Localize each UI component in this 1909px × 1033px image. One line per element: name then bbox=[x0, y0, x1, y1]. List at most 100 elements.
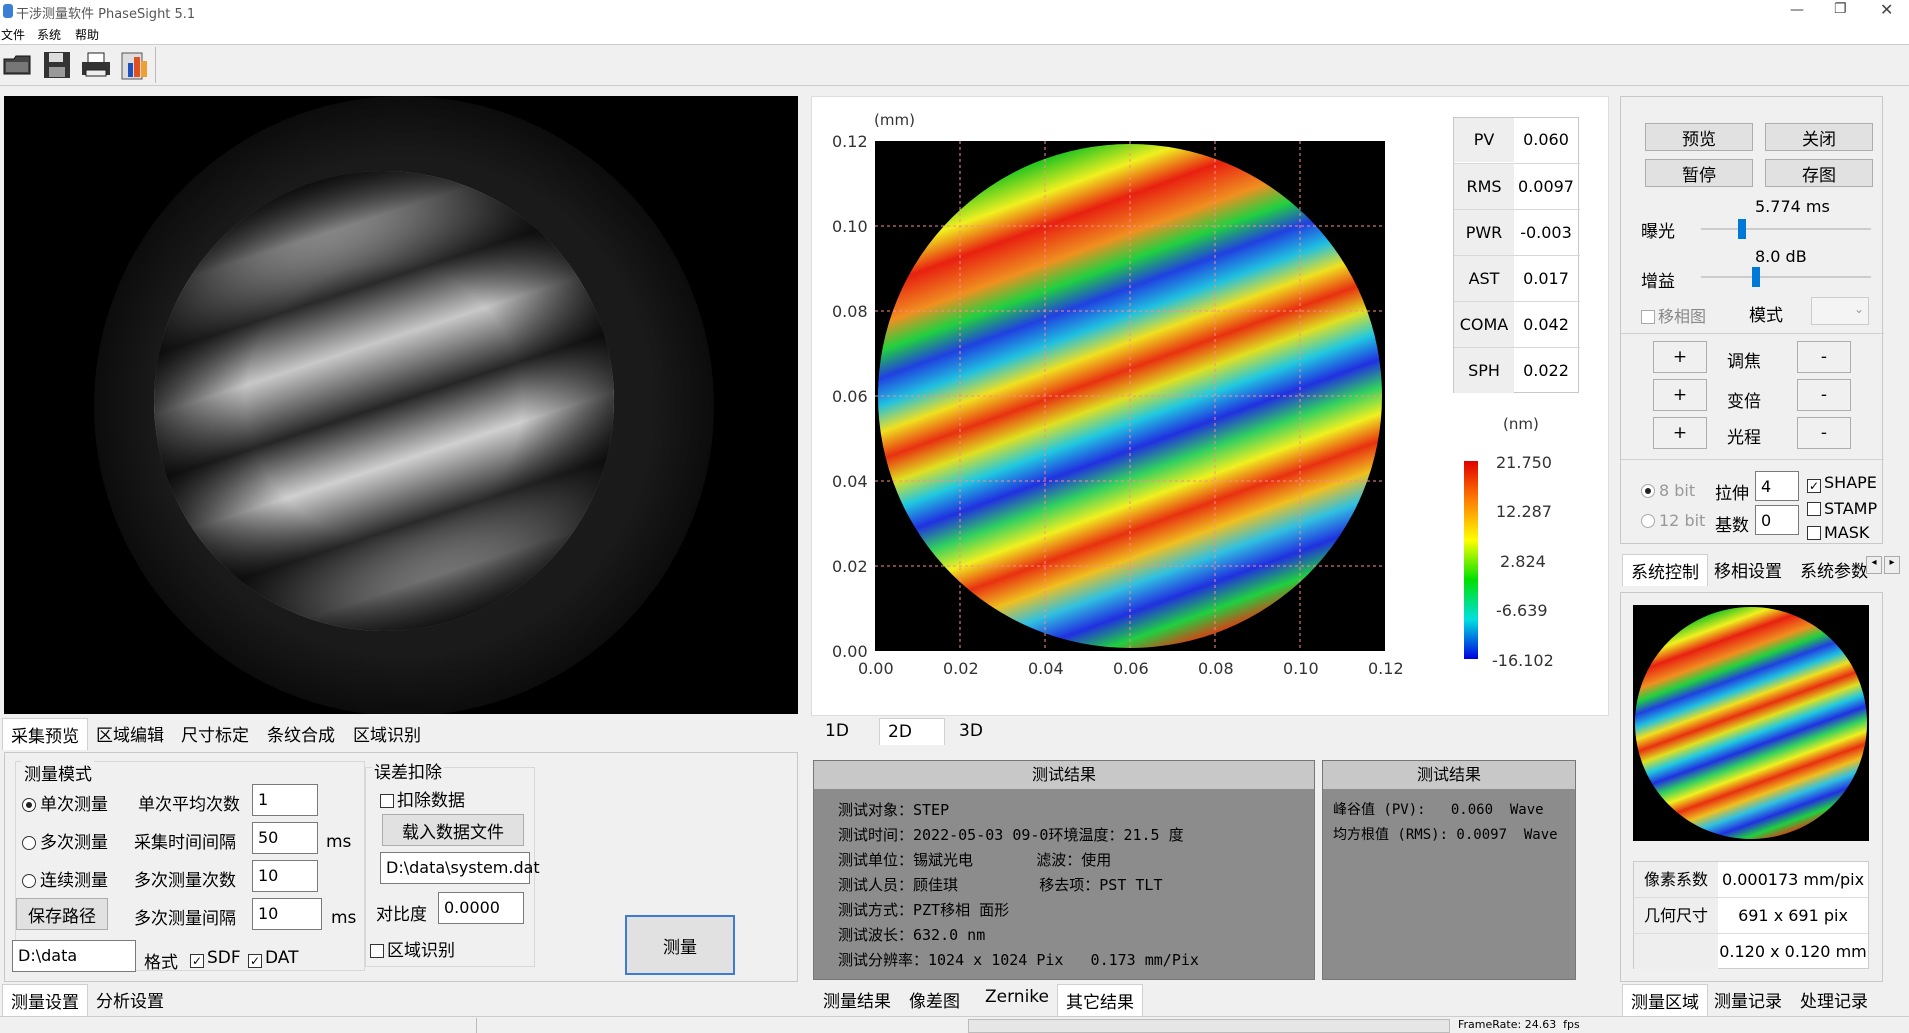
exposure-value: 5.774 ms bbox=[1755, 197, 1830, 216]
x-tick: 0.10 bbox=[1283, 659, 1319, 678]
tab-system-params[interactable]: 系统参数 bbox=[1792, 554, 1874, 585]
tab-measure-settings[interactable]: 测量设置 bbox=[2, 984, 88, 1016]
interval-unit: ms bbox=[326, 832, 352, 852]
preview-button[interactable]: 预览 bbox=[1645, 123, 1753, 151]
tab-fringe-synthesis[interactable]: 条纹合成 bbox=[259, 718, 343, 749]
focus-label: 调焦 bbox=[1727, 352, 1761, 372]
radio-single[interactable]: 单次测量 bbox=[22, 790, 108, 815]
gain-value: 8.0 dB bbox=[1755, 247, 1807, 266]
menu-bar: 文件 系统 帮助 bbox=[0, 24, 1909, 44]
exposure-label: 曝光 bbox=[1641, 222, 1675, 242]
tab-aberration-map[interactable]: 像差图 bbox=[901, 984, 968, 1015]
open-icon[interactable] bbox=[2, 53, 34, 77]
right-tabs: 系统控制 移相设置 系统参数 ◂ ▸ bbox=[1620, 554, 1900, 586]
framerate-text: FrameRate: 24.63 fps bbox=[1458, 1018, 1580, 1031]
surface-map[interactable] bbox=[875, 141, 1385, 651]
tab-size-calibration[interactable]: 尺寸标定 bbox=[173, 718, 257, 749]
result-line: 测试方式：PZT移相 面形 bbox=[838, 901, 1010, 919]
tab-region-recognition[interactable]: 区域识别 bbox=[345, 718, 429, 749]
system-control-panel: 预览 关闭 暂停 存图 5.774 ms 曝光 8.0 dB 增益 移相图 模式… bbox=[1620, 96, 1884, 544]
print-icon[interactable] bbox=[80, 51, 112, 79]
tab-measure-region[interactable]: 测量区域 bbox=[1622, 984, 1708, 1016]
tab-system-control[interactable]: 系统控制 bbox=[1622, 554, 1708, 586]
tab-2d[interactable]: 2D bbox=[879, 718, 945, 745]
tab-process-records[interactable]: 处理记录 bbox=[1792, 984, 1876, 1015]
tab-measure-records[interactable]: 测量记录 bbox=[1706, 984, 1790, 1015]
tab-measure-results[interactable]: 测量结果 bbox=[815, 984, 899, 1015]
interval-input[interactable]: 50 bbox=[252, 822, 318, 854]
tab-zernike[interactable]: Zernike bbox=[977, 984, 1057, 1010]
mode-select[interactable]: ⌄ bbox=[1811, 297, 1869, 325]
restore-button[interactable]: ❐ bbox=[1834, 1, 1847, 17]
gain-slider[interactable] bbox=[1701, 267, 1871, 287]
y-tick: 0.08 bbox=[832, 302, 868, 321]
tab-capture-preview[interactable]: 采集预览 bbox=[2, 718, 88, 750]
colorbar-label: -16.102 bbox=[1492, 651, 1554, 670]
system-file-input[interactable]: D:\data\system.dat bbox=[380, 852, 540, 884]
exposure-slider[interactable] bbox=[1701, 219, 1871, 239]
save-icon[interactable] bbox=[42, 50, 72, 80]
measure-button[interactable]: 测量 bbox=[625, 915, 735, 975]
y-tick: 0.06 bbox=[832, 387, 868, 406]
tab-phase-shift-settings[interactable]: 移相设置 bbox=[1706, 554, 1790, 585]
gain-slider-thumb[interactable] bbox=[1752, 267, 1760, 287]
stretch-input[interactable]: 4 bbox=[1755, 471, 1799, 501]
menu-help[interactable]: 帮助 bbox=[75, 26, 99, 43]
thumbnail-map[interactable] bbox=[1633, 605, 1869, 841]
y-tick: 0.02 bbox=[832, 557, 868, 576]
radio-continuous[interactable]: 连续测量 bbox=[22, 866, 108, 891]
tab-1d[interactable]: 1D bbox=[817, 718, 857, 744]
info-row: 0.120 x 0.120 mm bbox=[1634, 934, 1870, 970]
stamp-checkbox[interactable]: STAMP bbox=[1807, 499, 1877, 518]
base-input[interactable]: 0 bbox=[1755, 505, 1799, 535]
mode-label: 模式 bbox=[1749, 306, 1783, 326]
dat-checkbox[interactable]: ✓ DAT bbox=[248, 948, 299, 968]
focus-minus-button[interactable]: - bbox=[1797, 341, 1851, 373]
report-icon[interactable] bbox=[120, 49, 152, 81]
tab-analysis-settings[interactable]: 分析设置 bbox=[88, 984, 172, 1015]
sdf-checkbox[interactable]: ✓ SDF bbox=[190, 948, 241, 968]
multi-interval-input[interactable]: 10 bbox=[252, 898, 322, 930]
x-tick-labels: 0.00 0.02 0.04 0.06 0.08 0.10 0.12 bbox=[812, 659, 1412, 679]
zoom-minus-button[interactable]: - bbox=[1797, 379, 1851, 411]
result2-line: 均方根值 (RMS): 0.0097 Wave bbox=[1333, 827, 1558, 843]
shape-checkbox[interactable]: ✓ SHAPE bbox=[1807, 473, 1877, 493]
phase-map-checkbox[interactable]: 移相图 bbox=[1641, 303, 1706, 327]
tab-3d[interactable]: 3D bbox=[951, 718, 991, 744]
bottom-left-tabs: 测量设置 分析设置 bbox=[0, 984, 800, 1016]
tab-region-edit[interactable]: 区域编辑 bbox=[88, 718, 172, 749]
measure-settings-panel: 测量模式 单次测量 多次测量 连续测量 保存路径 D:\data 格式 ✓ SDF… bbox=[4, 752, 798, 982]
tab-scroll-right-icon[interactable]: ▸ bbox=[1884, 556, 1900, 574]
count-input[interactable]: 10 bbox=[252, 860, 318, 892]
pause-button[interactable]: 暂停 bbox=[1645, 159, 1753, 187]
path-plus-button[interactable]: + bbox=[1653, 417, 1707, 449]
mask-checkbox[interactable]: MASK bbox=[1807, 523, 1869, 542]
load-data-file-button[interactable]: 载入数据文件 bbox=[382, 814, 524, 846]
save-image-button[interactable]: 存图 bbox=[1765, 159, 1873, 187]
radio-continuous-dot bbox=[22, 874, 36, 888]
tab-other-results[interactable]: 其它结果 bbox=[1057, 984, 1143, 1016]
exposure-slider-thumb[interactable] bbox=[1738, 219, 1747, 239]
radio-8bit[interactable]: 8 bit bbox=[1641, 481, 1695, 500]
close-button[interactable]: 关闭 bbox=[1765, 123, 1873, 151]
focus-plus-button[interactable]: + bbox=[1653, 341, 1707, 373]
path-input[interactable]: D:\data bbox=[12, 940, 136, 972]
zoom-plus-button[interactable]: + bbox=[1653, 379, 1707, 411]
save-path-button[interactable]: 保存路径 bbox=[16, 898, 108, 930]
menu-file[interactable]: 文件 bbox=[1, 26, 25, 43]
minimize-button[interactable]: — bbox=[1790, 2, 1804, 18]
contrast-input[interactable]: 0.0000 bbox=[438, 892, 524, 924]
camera-preview[interactable] bbox=[4, 96, 798, 714]
colorbar-label: 12.287 bbox=[1496, 502, 1552, 521]
avg-count-input[interactable]: 1 bbox=[252, 784, 318, 816]
radio-multi[interactable]: 多次测量 bbox=[22, 828, 108, 853]
region-recognition-checkbox[interactable]: 区域识别 bbox=[370, 936, 455, 961]
path-minus-button[interactable]: - bbox=[1797, 417, 1851, 449]
close-window-button[interactable]: ✕ bbox=[1880, 0, 1893, 19]
tab-scroll-left-icon[interactable]: ◂ bbox=[1866, 556, 1882, 574]
deduct-data-checkbox[interactable]: 扣除数据 bbox=[380, 786, 465, 811]
radio-12bit[interactable]: 12 bit bbox=[1641, 511, 1705, 530]
x-tick: 0.00 bbox=[858, 659, 894, 678]
menu-system[interactable]: 系统 bbox=[37, 26, 61, 43]
fringe-image bbox=[94, 96, 714, 714]
